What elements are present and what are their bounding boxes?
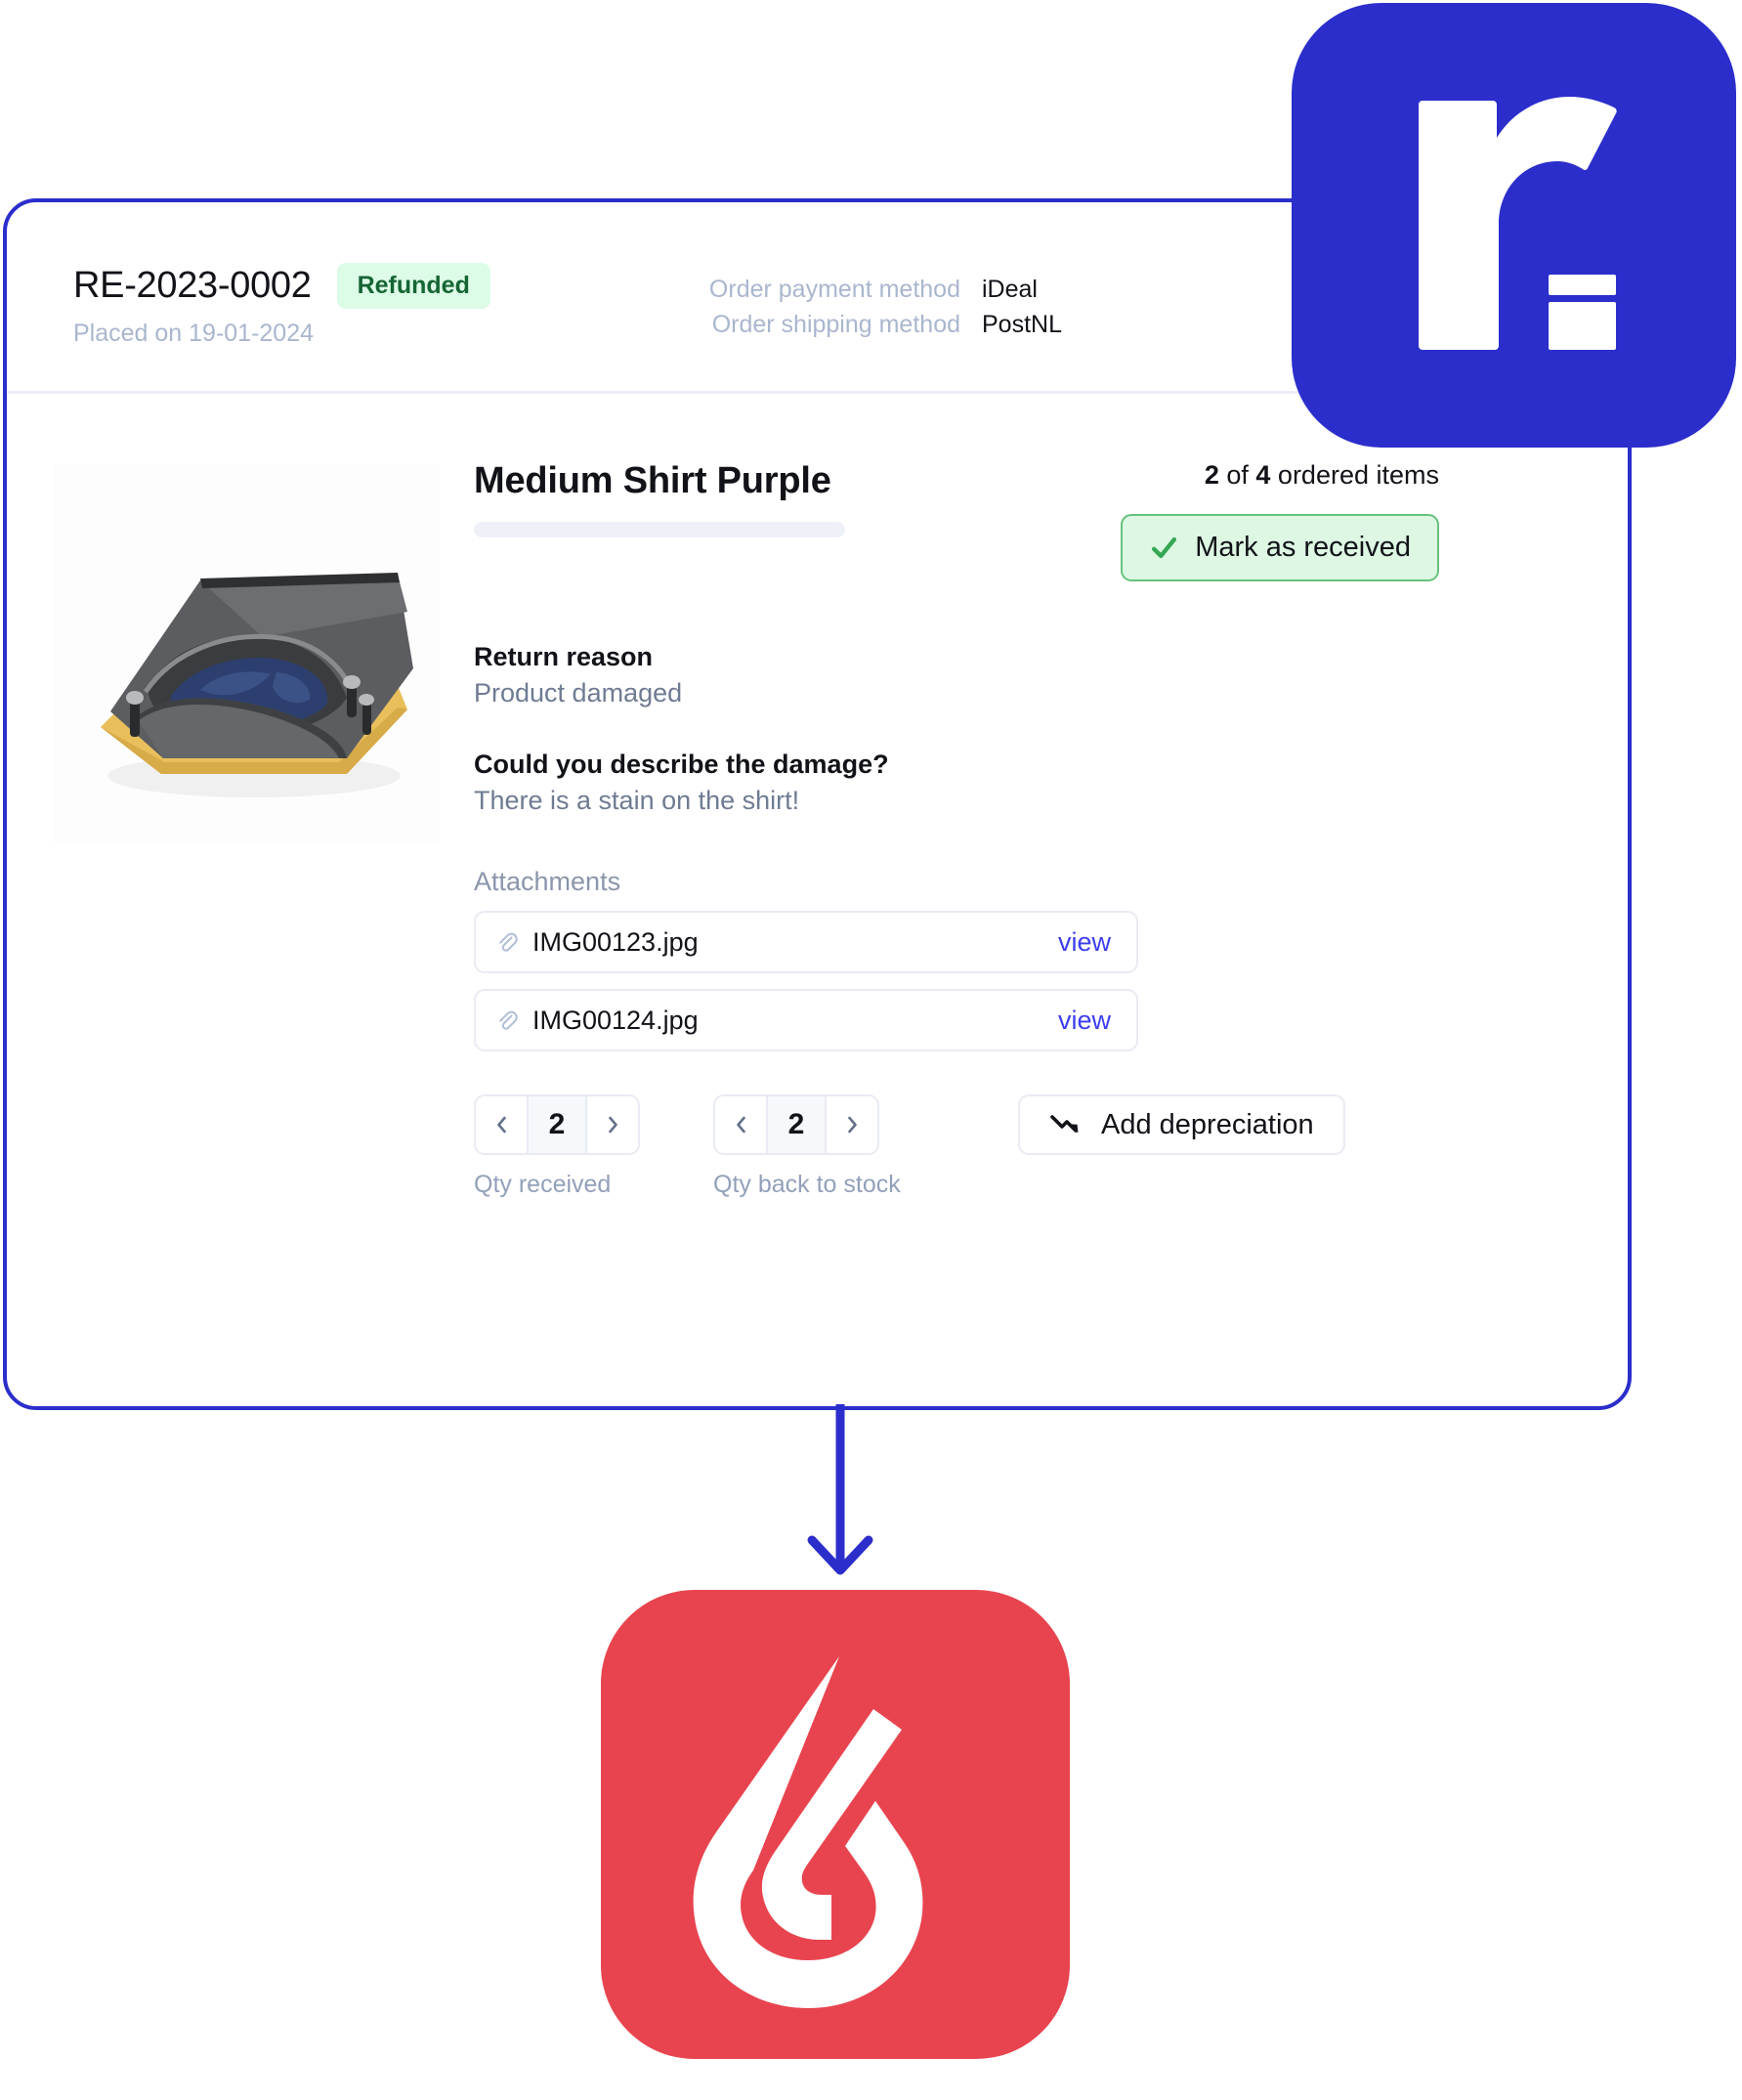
ordered-items-returned: 2 [1204,460,1219,490]
lightspeed-logo-icon [601,1590,1070,2059]
qty-received-group: 2 Qty received [474,1094,713,1199]
damage-question-block: Could you describe the damage? There is … [474,750,1549,816]
trend-down-arrow-icon [1049,1112,1082,1138]
ordered-items-count: 2 of 4 ordered items [1121,460,1439,491]
qty-back-to-stock-group: 2 Qty back to stock [713,1094,953,1199]
qty-back-to-stock-decrement-button[interactable] [715,1096,766,1153]
qty-received-decrement-button[interactable] [476,1096,527,1153]
attachment-file-name: IMG00123.jpg [532,926,699,957]
card-header-left: RE-2023-0002 Refunded Placed on 19-01-20… [73,263,490,348]
return-item-details: Medium Shirt Purple 2 of 4 ordered items [474,460,1549,1199]
order-shipping-method-label: Order shipping method [711,310,960,338]
arrow-down-connector-icon [782,1404,899,1590]
attachments-heading: Attachments [474,867,621,896]
ordered-items-total: 4 [1255,460,1271,490]
product-title: Medium Shirt Purple [474,460,831,501]
qty-received-value[interactable]: 2 [527,1096,587,1153]
qty-received-stepper[interactable]: 2 [474,1094,640,1155]
qty-received-increment-button[interactable] [587,1096,638,1153]
qty-back-to-stock-value[interactable]: 2 [766,1096,827,1153]
order-id-row: RE-2023-0002 Refunded [73,263,490,309]
order-meta-list: Order payment method iDeal Order shippin… [709,273,1076,342]
qty-received-label: Qty received [474,1171,612,1198]
return-reason-label: Return reason [474,642,654,671]
attachment-view-link[interactable]: view [1058,1006,1111,1036]
order-shipping-method-row: Order shipping method PostNL [709,308,1076,343]
returnless-logo-icon [1292,3,1736,448]
ordered-items-prefix: of [1218,460,1256,490]
return-reason-value: Product damaged [474,678,683,707]
product-title-group: Medium Shirt Purple [474,460,845,537]
quantity-controls-row: 2 Qty received 2 Qty back to stock Add d… [474,1094,1549,1199]
check-icon [1149,533,1179,563]
mark-as-received-label: Mark as received [1195,532,1411,563]
status-badge: Refunded [336,263,490,309]
damage-question-value: There is a stain on the shirt! [474,786,800,815]
order-payment-method-label: Order payment method [708,276,960,303]
attachments-block: Attachments IMG00123.jpg view IMG00124.j… [474,867,1549,1051]
attachment-view-link[interactable]: view [1058,927,1111,958]
return-number: RE-2023-0002 [73,265,312,306]
attachment-file-name: IMG00124.jpg [532,1005,699,1035]
mark-as-received-button[interactable]: Mark as received [1121,514,1439,581]
ordered-items-suffix: ordered items [1270,460,1439,490]
product-photo [54,465,441,844]
product-title-row: Medium Shirt Purple 2 of 4 ordered items [474,460,1549,581]
paperclip-icon [495,1008,532,1032]
product-subtitle-placeholder [474,522,845,537]
return-reason-block: Return reason Product damaged [474,642,1549,708]
add-depreciation-label: Add depreciation [1101,1108,1314,1140]
order-shipping-method-value: PostNL [982,310,1062,338]
damage-question-label: Could you describe the damage? [474,750,889,779]
qty-back-to-stock-label: Qty back to stock [713,1171,901,1198]
screenshot-stage: RE-2023-0002 Refunded Placed on 19-01-20… [0,0,1742,2100]
order-payment-method-value: iDeal [982,276,1038,303]
qty-back-to-stock-stepper[interactable]: 2 [713,1094,879,1155]
qty-back-to-stock-increment-button[interactable] [827,1096,877,1153]
add-depreciation-button[interactable]: Add depreciation [1018,1094,1345,1155]
attachment-row[interactable]: IMG00124.jpg view [474,989,1138,1051]
placed-on-date: Placed on 19-01-2024 [73,320,315,347]
attachment-row[interactable]: IMG00123.jpg view [474,911,1138,973]
order-payment-method-row: Order payment method iDeal [709,273,1076,308]
ordered-items-group: 2 of 4 ordered items Mark as received [1121,460,1549,581]
paperclip-icon [495,930,532,954]
